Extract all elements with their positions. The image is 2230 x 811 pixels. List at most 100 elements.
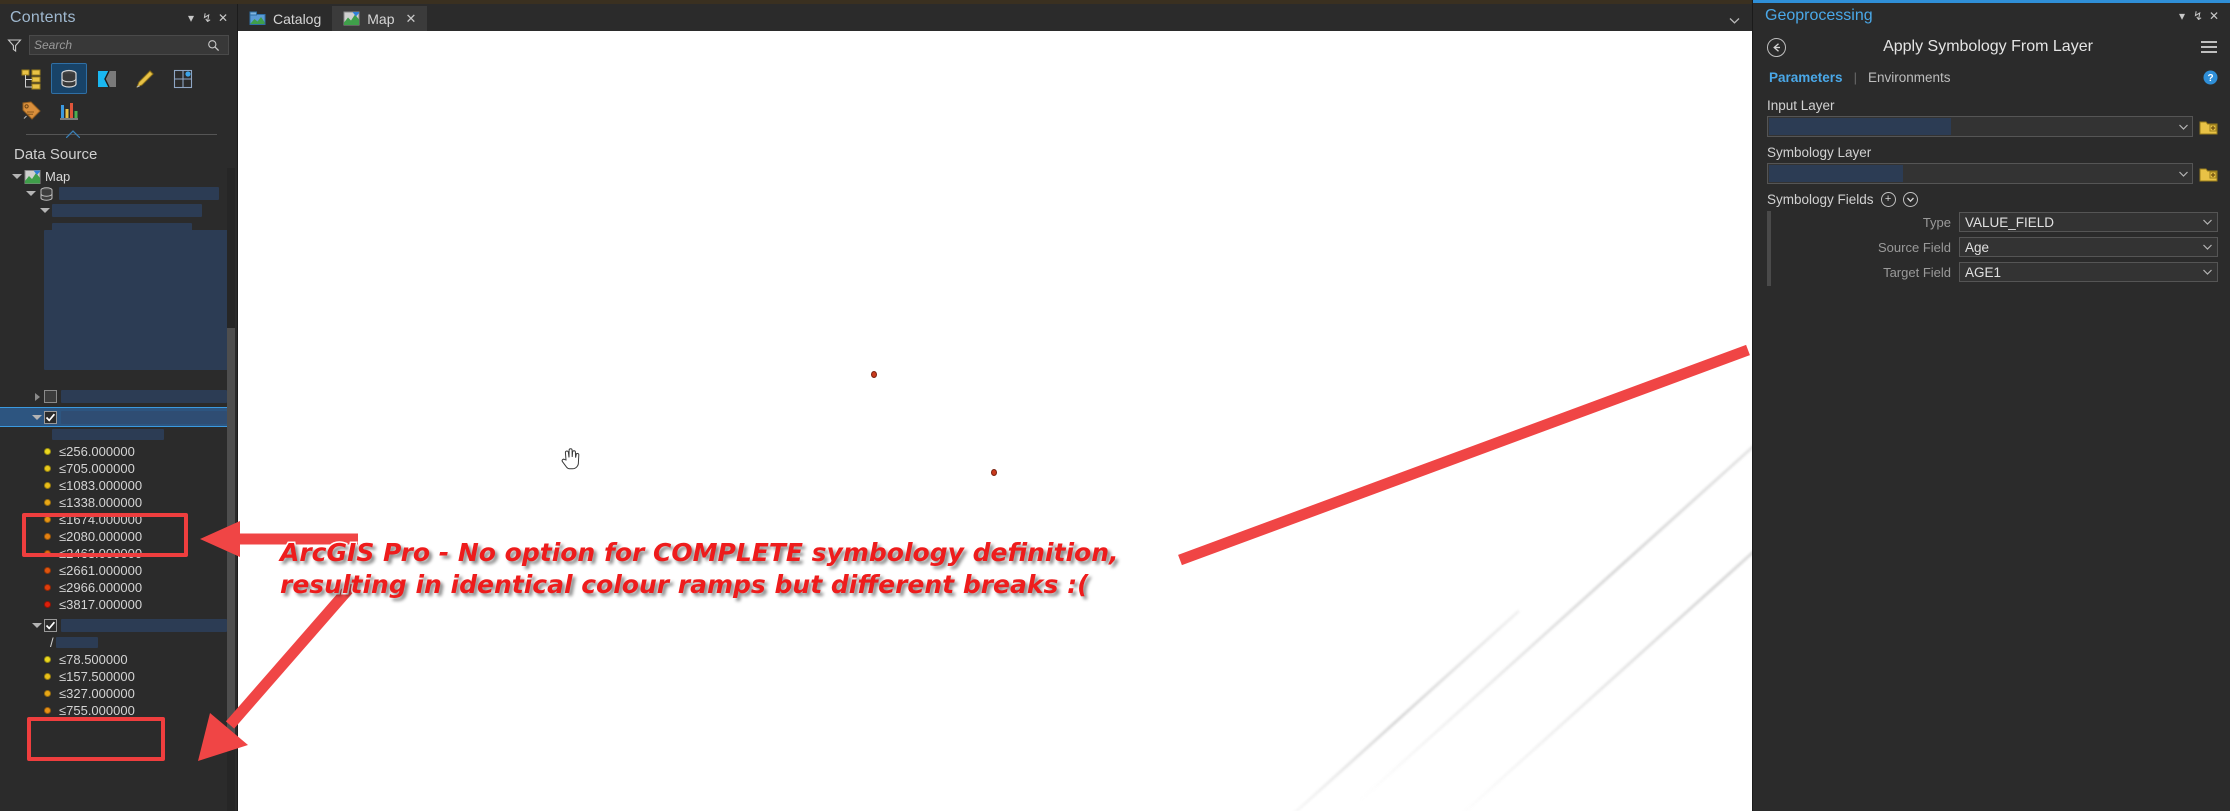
legend-item[interactable]: ≤2661.000000 <box>0 562 227 579</box>
chevron-down-icon[interactable] <box>2203 217 2212 227</box>
layer-visibility-checkbox[interactable] <box>44 410 57 424</box>
browse-folder-icon[interactable] <box>2199 165 2218 183</box>
legend-swatch <box>44 516 51 523</box>
table-of-contents-tree[interactable]: Map ≤256.000000 ≤705.000000 ≤1083.000000… <box>0 168 237 811</box>
legend-value: ≤755.000000 <box>59 703 135 718</box>
geoprocessing-parameters-body: Input Layer Symbology Layer Symbology Fi… <box>1753 89 2230 286</box>
list-by-charts-icon[interactable] <box>52 96 86 125</box>
layer-visibility-checkbox[interactable] <box>44 390 57 403</box>
tab-map-close-icon[interactable]: ✕ <box>406 11 417 27</box>
legend-item[interactable]: ≤1083.000000 <box>0 477 227 494</box>
map-canvas[interactable] <box>238 31 1752 811</box>
source-field-value: Age <box>1965 239 1990 255</box>
filter-icon[interactable] <box>6 37 23 54</box>
expand-symbology-fields-button[interactable] <box>1902 192 1918 207</box>
expander-triangle-right-icon[interactable] <box>30 390 44 404</box>
legend-item[interactable]: ≤2463.000000 <box>0 545 227 562</box>
legend-swatch <box>44 673 51 680</box>
tab-map[interactable]: Map ✕ <box>332 6 428 31</box>
map-feature-point[interactable] <box>871 371 877 378</box>
back-arrow-icon[interactable] <box>1767 37 1786 57</box>
symbology-fields-label: Symbology Fields <box>1767 192 1874 207</box>
add-symbology-field-button[interactable]: + <box>1880 192 1896 207</box>
symbology-layer-value-redacted <box>1769 165 1903 182</box>
toc-node-feature-dataset[interactable] <box>0 202 227 219</box>
contents-scrollbar-thumb[interactable] <box>227 328 235 748</box>
legend-item[interactable]: ≤1338.000000 <box>0 494 227 511</box>
source-field-combobox[interactable]: Age <box>1959 237 2218 257</box>
contents-close-icon[interactable]: ✕ <box>215 9 231 27</box>
contents-panel-title: Contents <box>10 9 76 26</box>
legend-item[interactable]: ≤78.500000 <box>0 651 227 668</box>
toc-map-label: Map <box>45 169 71 184</box>
map-icon <box>24 169 41 185</box>
legend-item[interactable]: ≤2080.000000 <box>0 528 227 545</box>
contents-auto-hide-pin-icon[interactable]: ↯ <box>199 9 215 27</box>
target-field-combobox[interactable]: AGE1 <box>1959 262 2218 282</box>
search-icon[interactable] <box>207 39 220 52</box>
map-feature-point[interactable] <box>991 469 997 476</box>
expander-triangle-down-icon[interactable] <box>30 619 44 633</box>
legend-item[interactable]: ≤755.000000 <box>0 702 227 719</box>
expander-triangle-down-icon[interactable] <box>10 170 24 184</box>
layer-visibility-checkbox[interactable] <box>44 619 57 632</box>
search-input[interactable]: Search chevron-down-icon <box>29 35 229 55</box>
chevron-down-icon[interactable] <box>2179 122 2188 132</box>
list-by-snapping-icon[interactable] <box>166 64 200 93</box>
legend-header-redacted <box>55 637 98 648</box>
legend-item[interactable]: ≤256.000000 <box>0 443 227 460</box>
toc-node-map[interactable]: Map <box>0 168 227 185</box>
input-layer-combobox[interactable] <box>1767 116 2193 137</box>
expander-triangle-down-icon[interactable] <box>30 410 44 424</box>
legend-item[interactable]: ≤3817.000000 <box>0 596 227 613</box>
symbology-layer-combobox[interactable] <box>1767 163 2193 184</box>
legend-swatch <box>44 584 51 591</box>
type-combobox[interactable]: VALUE_FIELD <box>1959 212 2218 232</box>
browse-folder-icon[interactable] <box>2199 118 2218 136</box>
hamburger-menu-icon[interactable] <box>2200 40 2218 54</box>
catalog-icon <box>249 11 266 26</box>
legend-item[interactable]: ≤705.000000 <box>0 460 227 477</box>
legend-swatch <box>44 601 51 608</box>
tab-catalog-label: Catalog <box>273 10 322 27</box>
expander-triangle-down-icon[interactable] <box>38 204 52 218</box>
geoprocessing-menu-dropdown-icon[interactable]: ▾ <box>2174 7 2190 25</box>
toolbar-underline-divider <box>14 130 223 140</box>
toc-layer-collapsed[interactable] <box>0 388 227 405</box>
geoprocessing-auto-hide-pin-icon[interactable]: ↯ <box>2190 7 2206 25</box>
tab-parameters[interactable]: Parameters <box>1767 70 1845 85</box>
legend-item[interactable]: ≤327.000000 <box>0 685 227 702</box>
toc-layer-label-redacted <box>61 410 227 424</box>
contents-scrollbar-track[interactable] <box>227 168 235 811</box>
tab-catalog[interactable]: Catalog <box>238 6 332 31</box>
toc-large-redaction <box>44 230 228 370</box>
symbology-field-row-source: Source Field Age <box>1777 236 2218 258</box>
map-view-area: Catalog Map ✕ <box>238 4 1752 811</box>
geoprocessing-tool-name: Apply Symbology From Layer <box>1883 38 2093 55</box>
toc-layer-symbology-source[interactable] <box>0 407 228 427</box>
chevron-down-icon[interactable] <box>2203 242 2212 252</box>
toc-node-database[interactable] <box>0 185 227 202</box>
tabbar-overflow-chevron-down-icon[interactable] <box>1729 16 1740 26</box>
map-icon <box>343 11 360 26</box>
geoprocessing-close-icon[interactable]: ✕ <box>2206 7 2222 25</box>
tab-environments[interactable]: Environments <box>1866 70 1953 85</box>
expander-triangle-down-icon[interactable] <box>24 187 38 201</box>
list-by-drawing-order-icon[interactable] <box>14 64 48 93</box>
chevron-down-icon[interactable] <box>2179 169 2188 179</box>
toc-redacted-block-area <box>0 230 228 388</box>
legend-swatch <box>44 482 51 489</box>
legend-item[interactable]: ≤157.500000 <box>0 668 227 685</box>
list-by-data-source-icon[interactable] <box>51 63 87 94</box>
list-by-labeling-icon[interactable] <box>14 96 48 125</box>
chevron-down-icon[interactable] <box>2203 267 2212 277</box>
contents-menu-dropdown-icon[interactable]: ▾ <box>183 9 199 27</box>
contents-panel: Contents ▾ ↯ ✕ Search chevron-down-icon <box>0 4 238 811</box>
hand-cursor-icon <box>559 444 581 470</box>
legend-item[interactable]: ≤1674.000000 <box>0 511 227 528</box>
list-by-editing-icon[interactable] <box>128 64 162 93</box>
list-by-selection-icon[interactable] <box>90 64 124 93</box>
toc-layer-symbology-target[interactable] <box>0 617 227 634</box>
help-icon[interactable]: ? <box>2203 70 2218 85</box>
legend-item[interactable]: ≤2966.000000 <box>0 579 227 596</box>
